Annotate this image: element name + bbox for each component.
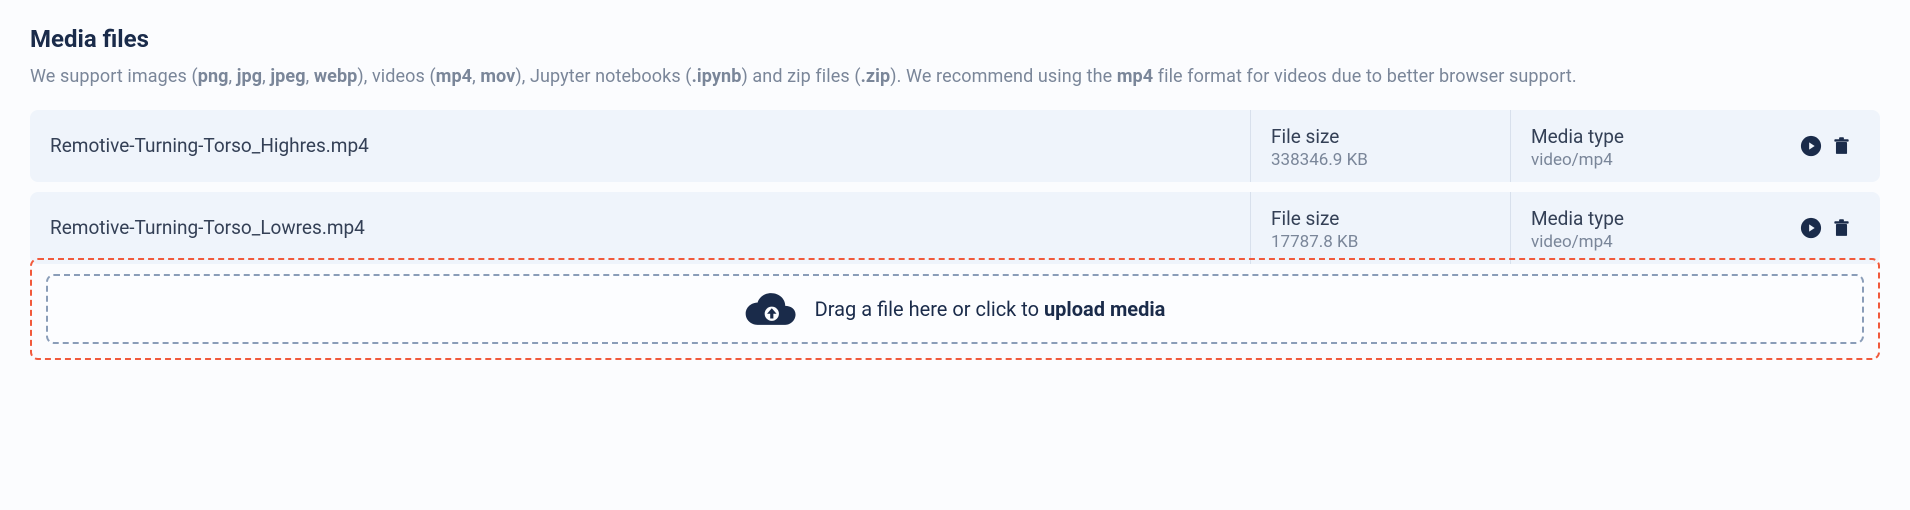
file-size-value: 17787.8 KB xyxy=(1271,232,1490,252)
help-text: We support images (png, jpg, jpeg, webp)… xyxy=(30,63,1880,92)
ext-webp: webp xyxy=(314,66,358,87)
ext-jpeg: jpeg xyxy=(270,66,305,87)
trash-icon[interactable] xyxy=(1832,135,1851,157)
section-title: Media files xyxy=(30,25,1880,53)
media-type-cell: Media type video/mp4 xyxy=(1510,110,1770,182)
file-row: Remotive-Turning-Torso_Highres.mp4 File … xyxy=(30,110,1880,182)
dropzone-pre: Drag a file here or click to xyxy=(815,297,1044,321)
help-jupyter: ), Jupyter notebooks ( xyxy=(515,66,691,87)
dropzone-text: Drag a file here or click to upload medi… xyxy=(815,297,1166,321)
file-name: Remotive-Turning-Torso_Highres.mp4 xyxy=(30,110,1250,182)
media-type-cell: Media type video/mp4 xyxy=(1510,192,1770,264)
file-size-label: File size xyxy=(1271,207,1490,230)
play-icon[interactable] xyxy=(1800,135,1822,157)
highlight-annotation: Drag a file here or click to upload medi… xyxy=(30,258,1880,360)
ext-png: png xyxy=(198,66,229,87)
play-icon[interactable] xyxy=(1800,217,1822,239)
media-type-value: video/mp4 xyxy=(1531,150,1750,170)
help-zip-intro: ) and zip files ( xyxy=(741,66,860,87)
media-type-value: video/mp4 xyxy=(1531,232,1750,252)
ext-mov: mov xyxy=(480,66,515,87)
help-recommend-pre: ). We recommend using the xyxy=(890,66,1117,87)
file-list: Remotive-Turning-Torso_Highres.mp4 File … xyxy=(30,110,1880,264)
dropzone-bold: upload media xyxy=(1044,297,1165,321)
ext-jpg: jpg xyxy=(237,66,262,87)
ext-ipynb: .ipynb xyxy=(692,66,742,87)
upload-dropzone[interactable]: Drag a file here or click to upload medi… xyxy=(46,274,1864,344)
file-name: Remotive-Turning-Torso_Lowres.mp4 xyxy=(30,192,1250,264)
help-prefix: We support images ( xyxy=(30,66,198,87)
ext-zip: .zip xyxy=(861,66,891,87)
file-actions xyxy=(1770,110,1880,182)
trash-icon[interactable] xyxy=(1832,217,1851,239)
ext-mp4-rec: mp4 xyxy=(1117,66,1153,87)
file-size-label: File size xyxy=(1271,125,1490,148)
file-row: Remotive-Turning-Torso_Lowres.mp4 File s… xyxy=(30,192,1880,264)
media-type-label: Media type xyxy=(1531,125,1750,148)
file-size-cell: File size 338346.9 KB xyxy=(1250,110,1510,182)
cloud-upload-icon xyxy=(745,290,797,328)
file-size-value: 338346.9 KB xyxy=(1271,150,1490,170)
media-type-label: Media type xyxy=(1531,207,1750,230)
file-size-cell: File size 17787.8 KB xyxy=(1250,192,1510,264)
help-recommend-post: file format for videos due to better bro… xyxy=(1153,66,1577,87)
file-actions xyxy=(1770,192,1880,264)
ext-mp4: mp4 xyxy=(436,66,472,87)
help-videos-intro: ), videos ( xyxy=(357,66,435,87)
